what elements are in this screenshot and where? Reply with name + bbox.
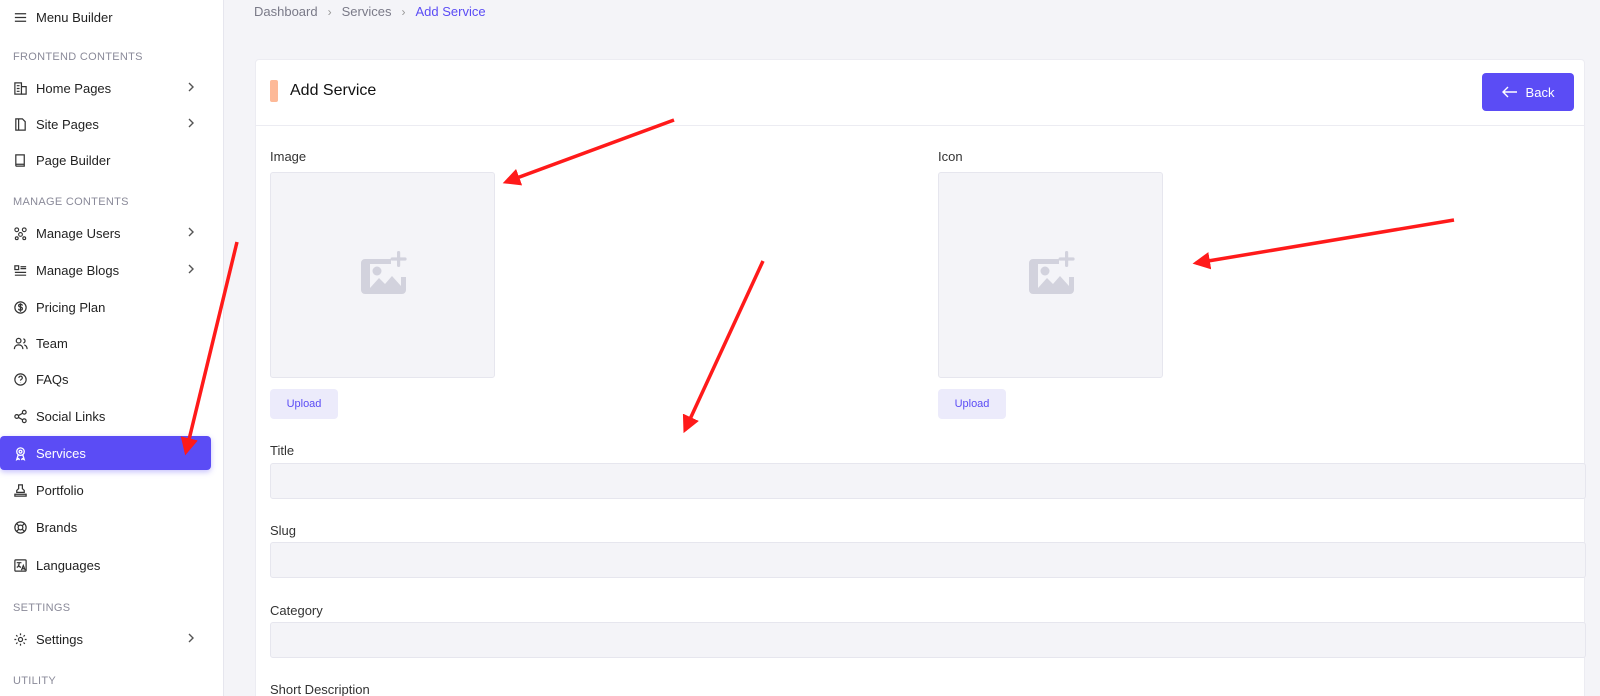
book-icon [12, 152, 28, 168]
add-image-icon [360, 251, 407, 294]
share-icon [12, 408, 28, 424]
sidebar-item-label: Manage Blogs [36, 262, 120, 278]
sidebar-item-pricing-plan[interactable]: Pricing Plan [0, 290, 211, 324]
sidebar-item-label: Social Links [36, 408, 106, 424]
sidebar-item-manage-blogs[interactable]: Manage Blogs [0, 253, 211, 287]
card-header: Add Service Back [256, 60, 1584, 126]
breadcrumb-dashboard[interactable]: Dashboard [254, 4, 318, 19]
sidebar-item-services[interactable]: Services [0, 436, 211, 470]
sidebar-item-label: Home Pages [36, 80, 112, 96]
sidebar-item-menu-builder[interactable]: Menu Builder [0, 0, 211, 34]
sidebar-item-label: Brands [36, 519, 78, 535]
sidebar-item-portfolio[interactable]: Portfolio [0, 473, 211, 507]
section-label-settings: SETTINGS [13, 602, 71, 614]
breadcrumb-services[interactable]: Services [342, 4, 392, 19]
gear-icon [12, 631, 28, 647]
sidebar-item-team[interactable]: Team [0, 326, 211, 360]
building-icon [12, 80, 28, 96]
icon-label: Icon [938, 149, 963, 164]
sidebar-item-home-pages[interactable]: Home Pages [0, 71, 211, 105]
sidebar-item-social-links[interactable]: Social Links [0, 399, 211, 433]
question-icon [12, 371, 28, 387]
chevron-right-icon: › [401, 4, 406, 19]
chevron-right-icon: › [327, 4, 332, 19]
list-icon [12, 262, 28, 278]
hamburger-icon [12, 9, 28, 25]
lifebuoy-icon [12, 519, 28, 535]
sidebar-item-label: Manage Users [36, 225, 121, 241]
sidebar-item-label: Languages [36, 557, 101, 573]
sidebar-item-label: Page Builder [36, 152, 111, 168]
title-input[interactable] [270, 463, 1586, 499]
section-label-manage: MANAGE CONTENTS [13, 196, 129, 208]
chevron-right-icon [188, 82, 194, 92]
sidebar-item-page-builder[interactable]: Page Builder [0, 143, 211, 177]
page-title: Add Service [290, 82, 377, 99]
section-label-frontend: FRONTEND CONTENTS [13, 51, 143, 63]
sidebar-item-brands[interactable]: Brands [0, 510, 211, 544]
section-label-utility: UTILITY [13, 675, 57, 687]
category-input[interactable] [270, 622, 1586, 658]
sidebar-item-label: FAQs [36, 371, 69, 387]
title-accent-bar [270, 80, 278, 102]
sidebar-item-site-pages[interactable]: Site Pages [0, 107, 211, 141]
chevron-right-icon [188, 633, 194, 643]
chevron-right-icon [188, 118, 194, 128]
sidebar: Menu Builder FRONTEND CONTENTS Home Page… [0, 0, 224, 696]
sidebar-item-label: Portfolio [36, 482, 84, 498]
back-button-label: Back [1525, 84, 1555, 100]
users-icon [12, 225, 28, 241]
image-label: Image [270, 149, 307, 164]
chevron-right-icon [188, 264, 194, 274]
stamp-icon [12, 482, 28, 498]
short-description-label: Short Description [270, 682, 370, 696]
sidebar-item-label: Team [36, 335, 68, 351]
sidebar-item-manage-users[interactable]: Manage Users [0, 216, 211, 250]
translate-icon [12, 557, 28, 573]
arrow-left-icon [1501, 86, 1517, 98]
title-label: Title [270, 443, 295, 458]
team-icon [12, 335, 28, 351]
sidebar-item-label: Site Pages [36, 116, 99, 132]
award-icon [12, 445, 28, 461]
add-service-card: Add Service Back Image Upload Icon Uploa… [255, 59, 1586, 696]
sidebar-item-label: Pricing Plan [36, 299, 106, 315]
sidebar-item-languages[interactable]: Languages [0, 548, 211, 582]
category-label: Category [270, 603, 323, 618]
sidebar-item-label: Menu Builder [36, 9, 113, 25]
sidebar-item-label: Settings [36, 631, 83, 647]
sidebar-item-faqs[interactable]: FAQs [0, 362, 211, 396]
slug-input[interactable] [270, 542, 1586, 578]
add-image-icon [1028, 251, 1075, 294]
sidebar-item-settings[interactable]: Settings [0, 622, 211, 656]
icon-dropzone[interactable] [938, 172, 1163, 378]
image-dropzone[interactable] [270, 172, 495, 378]
icon-upload-button[interactable]: Upload [938, 389, 1006, 419]
chevron-right-icon [188, 227, 194, 237]
slug-label: Slug [270, 523, 297, 538]
back-button[interactable]: Back [1482, 73, 1574, 111]
breadcrumb: Dashboard › Services › Add Service [254, 4, 486, 19]
image-upload-button[interactable]: Upload [270, 389, 338, 419]
dollar-icon [12, 299, 28, 315]
sidebar-item-label: Services [36, 445, 86, 461]
breadcrumb-current: Add Service [415, 4, 486, 19]
pages-icon [12, 116, 28, 132]
